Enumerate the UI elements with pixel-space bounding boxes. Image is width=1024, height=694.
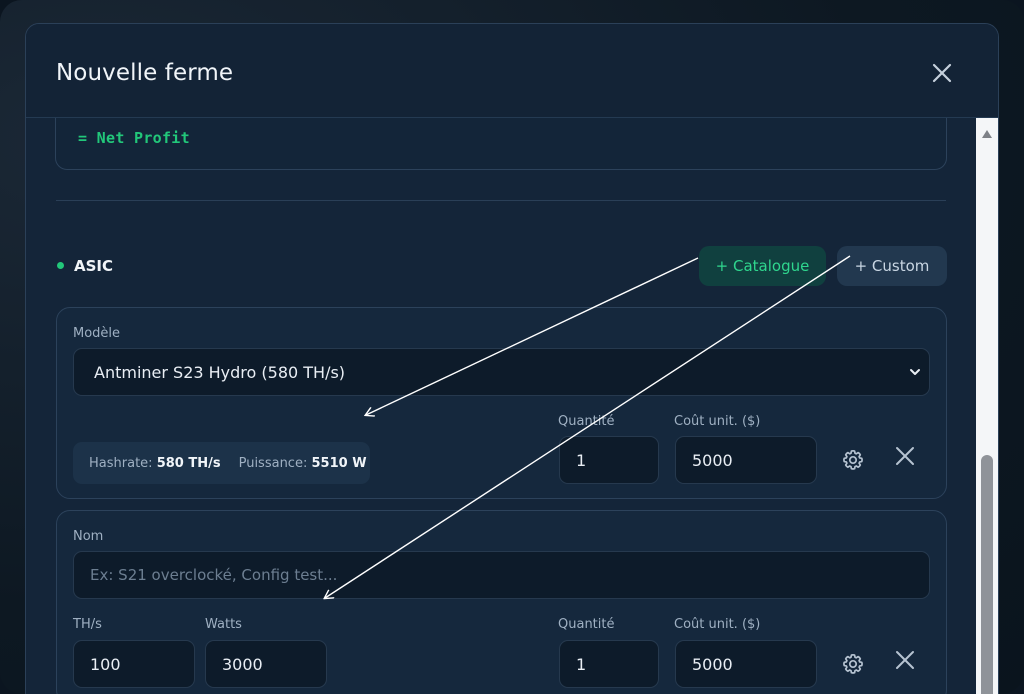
model-label: Modèle [73,326,121,341]
unit-cost-label: Coût unit. ($) [674,617,761,632]
watts-label: Watts [205,617,242,632]
quantity-input[interactable]: 1 [559,640,659,688]
section-divider [56,200,946,201]
power-value: 5510 W [311,455,367,471]
settings-button[interactable] [838,649,868,679]
asic-section-title: ASIC [74,257,114,275]
modal-title: Nouvelle ferme [56,60,234,86]
add-from-catalogue-button[interactable]: + Catalogue [699,246,826,286]
scroll-up-icon [982,130,992,138]
name-input[interactable]: Ex: S21 overclocké, Config test... [73,551,930,599]
ths-input[interactable]: 100 [73,640,195,688]
quantity-label: Quantité [558,414,615,429]
hashrate-label: Hashrate: [89,455,153,471]
custom-asic-card: Nom Ex: S21 overclocké, Config test... T… [56,510,947,694]
remove-asic-button[interactable] [890,441,920,471]
quantity-input[interactable]: 1 [559,436,659,484]
section-indicator-dot [57,262,64,269]
formula-net-profit: = Net Profit [78,129,190,147]
gear-icon [843,449,863,470]
ths-label: TH/s [73,617,102,632]
scroll-up-button[interactable] [981,124,993,143]
unit-cost-input[interactable]: 5000 [675,436,817,484]
model-select-value: Antminer S23 Hydro (580 TH/s) [94,362,346,382]
unit-cost-label: Coût unit. ($) [674,414,761,429]
settings-button[interactable] [838,445,868,475]
modal-header: Nouvelle ferme [26,24,998,118]
hashrate-value: 580 TH/s [156,455,221,471]
close-icon [932,63,952,83]
model-select[interactable]: Antminer S23 Hydro (580 TH/s) [73,348,930,396]
new-farm-modal: Nouvelle ferme = Net Profit ASIC + Catal… [25,23,999,694]
watts-input[interactable]: 3000 [205,640,327,688]
remove-asic-button[interactable] [890,645,920,675]
add-custom-button[interactable]: + Custom [837,246,947,286]
power-label: Puissance: [238,455,308,471]
unit-cost-input[interactable]: 5000 [675,640,817,688]
modal-content: = Net Profit ASIC + Catalogue + Custom M… [26,118,976,694]
remove-icon [896,447,914,465]
formula-box: = Net Profit [55,118,947,170]
scrollbar-thumb[interactable] [981,455,993,694]
close-button[interactable] [926,57,958,89]
remove-icon [896,651,914,669]
asic-stats-pill: Hashrate: 580 TH/s Puissance: 5510 W [73,442,370,484]
catalogue-asic-card: Modèle Antminer S23 Hydro (580 TH/s) Has… [56,307,947,499]
chevron-down-icon [910,369,920,375]
quantity-label: Quantité [558,617,615,632]
name-label: Nom [73,529,104,544]
gear-icon [843,653,863,674]
